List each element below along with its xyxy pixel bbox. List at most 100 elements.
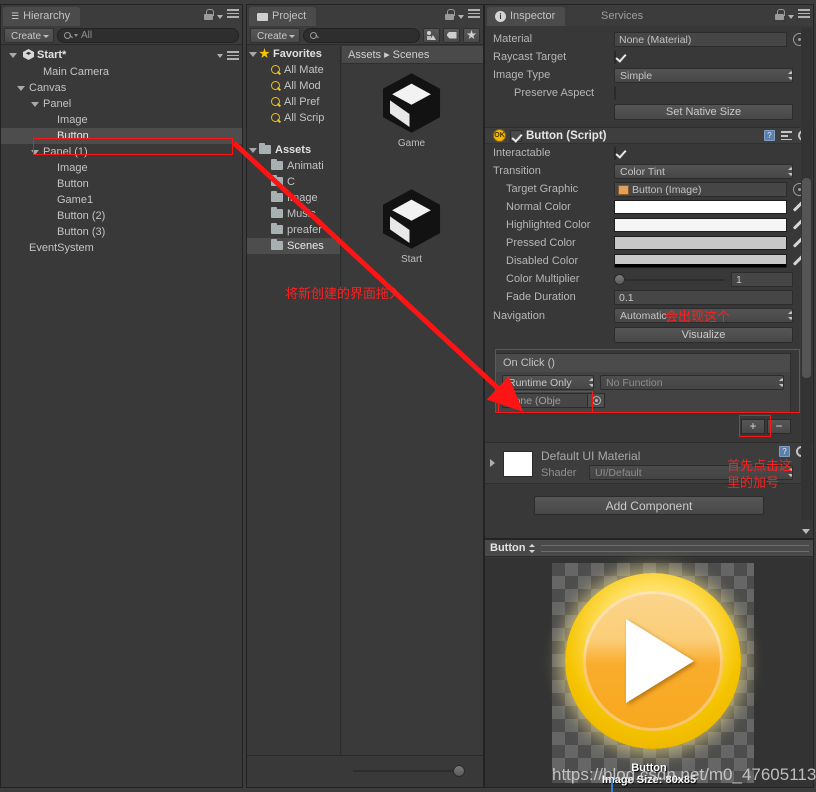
- chevron-down-icon[interactable]: [217, 54, 223, 59]
- on-click-object-field[interactable]: None (Obje: [502, 393, 588, 408]
- hierarchy-search-input[interactable]: All: [57, 27, 239, 43]
- chevron-down-icon[interactable]: [17, 86, 25, 91]
- project-search-input[interactable]: [303, 27, 420, 43]
- hierarchy-item-main-camera[interactable]: Main Camera: [1, 64, 242, 80]
- preserve-aspect-checkbox[interactable]: [614, 86, 616, 100]
- hierarchy-item-button-3[interactable]: Button (3): [1, 224, 242, 240]
- menu-icon[interactable]: [468, 9, 480, 20]
- normal-color-swatch[interactable]: [614, 200, 787, 214]
- search-dropdown-icon[interactable]: [74, 33, 79, 37]
- tab-services[interactable]: Services: [593, 7, 653, 26]
- slider-knob[interactable]: [614, 273, 625, 285]
- chevron-down-icon[interactable]: [31, 150, 39, 155]
- hierarchy-scene-menu[interactable]: [217, 51, 239, 62]
- project-tree-item-all-mod[interactable]: All Mod: [247, 78, 340, 94]
- hierarchy-item-panel[interactable]: Panel: [1, 96, 242, 112]
- asset-item-start[interactable]: Start: [364, 188, 459, 265]
- interactable-checkbox[interactable]: [614, 146, 616, 160]
- lock-icon[interactable]: [775, 9, 785, 20]
- chevron-down-icon[interactable]: [458, 14, 464, 19]
- tab-project-label: Project: [272, 10, 307, 22]
- project-tree-item-image[interactable]: Image: [247, 190, 340, 206]
- project-tree-item-all-pref[interactable]: All Pref: [247, 94, 340, 110]
- hierarchy-item-eventsystem[interactable]: EventSystem: [1, 240, 242, 256]
- pressed-color-swatch[interactable]: [614, 236, 787, 250]
- asset-item-game[interactable]: Game: [364, 72, 459, 149]
- project-tree-item-c[interactable]: C: [247, 174, 340, 190]
- hierarchy-item-canvas[interactable]: Canvas: [1, 80, 242, 96]
- label-filter-icon[interactable]: [443, 27, 460, 43]
- preset-icon[interactable]: [781, 131, 792, 141]
- project-tree-item-all-mate[interactable]: All Mate: [247, 62, 340, 78]
- on-click-mode-dropdown[interactable]: Runtime Only: [502, 375, 594, 390]
- slider-knob[interactable]: [453, 765, 465, 777]
- tab-hierarchy[interactable]: ☰ Hierarchy: [3, 7, 81, 26]
- chevron-down-icon[interactable]: [249, 52, 257, 57]
- folder-icon: [271, 174, 283, 186]
- button-script-header[interactable]: OK Button (Script) ?: [485, 127, 813, 144]
- project-tree-item-favorites[interactable]: Favorites: [247, 46, 340, 62]
- hierarchy-item-button[interactable]: Button: [1, 176, 242, 192]
- project-tree-item-assets[interactable]: Assets: [247, 142, 340, 158]
- hierarchy-item-image[interactable]: Image: [1, 160, 242, 176]
- scrollbar-thumb[interactable]: [802, 178, 811, 378]
- color-multiplier-slider[interactable]: [614, 273, 725, 286]
- favorite-star-icon[interactable]: [463, 27, 480, 43]
- highlighted-color-swatch[interactable]: [614, 218, 787, 232]
- breadcrumb[interactable]: Assets ▸ Scenes: [342, 46, 483, 64]
- chevron-down-icon[interactable]: [31, 102, 39, 107]
- hierarchy-item-button-2[interactable]: Button (2): [1, 208, 242, 224]
- fade-duration-value[interactable]: 0.1: [614, 289, 793, 305]
- image-type-dropdown[interactable]: Simple: [614, 67, 793, 83]
- inspector-scrollbar[interactable]: [801, 28, 812, 520]
- project-tree-item-all-scrip[interactable]: All Scrip: [247, 110, 340, 126]
- hierarchy-scene-start[interactable]: Start*: [1, 46, 242, 64]
- project-tree-item-preafer[interactable]: preafer: [247, 222, 340, 238]
- project-tree-item-music[interactable]: Music: [247, 206, 340, 222]
- menu-icon[interactable]: [798, 9, 810, 20]
- chevron-down-icon[interactable]: [788, 14, 794, 19]
- scroll-down-arrow-icon[interactable]: [802, 529, 810, 534]
- chevron-down-icon[interactable]: [9, 53, 17, 58]
- color-multiplier-field-wrap: 1: [614, 271, 793, 287]
- add-component-button[interactable]: Add Component: [534, 496, 764, 515]
- lock-icon[interactable]: [204, 9, 214, 20]
- menu-icon[interactable]: [227, 51, 239, 62]
- on-click-object-picker-icon[interactable]: [588, 393, 605, 408]
- normal-color-label: Normal Color: [506, 201, 571, 213]
- tab-project[interactable]: Project: [249, 7, 317, 26]
- hierarchy-item-panel-1[interactable]: Panel (1): [1, 144, 242, 160]
- disabled-color-swatch[interactable]: [614, 254, 787, 268]
- hierarchy-create-button[interactable]: Create: [4, 27, 55, 43]
- chevron-right-icon[interactable]: [490, 459, 495, 467]
- project-tree-item-animati[interactable]: Animati: [247, 158, 340, 174]
- help-icon[interactable]: ?: [764, 130, 775, 141]
- on-click-add-button[interactable]: +: [741, 419, 765, 434]
- menu-icon[interactable]: [227, 9, 239, 20]
- type-filter-icon[interactable]: [423, 27, 440, 43]
- tab-inspector[interactable]: i Inspector: [487, 7, 566, 26]
- set-native-size-button[interactable]: Set Native Size: [614, 104, 793, 120]
- raycast-target-field: [614, 50, 787, 64]
- on-click-function-dropdown[interactable]: No Function: [600, 375, 784, 390]
- transition-dropdown[interactable]: Color Tint: [614, 163, 793, 179]
- project-tree-item-content: preafer: [247, 222, 322, 236]
- color-multiplier-value[interactable]: 1: [731, 271, 793, 287]
- material-field[interactable]: None (Material): [614, 31, 787, 47]
- project-zoom-slider[interactable]: [353, 765, 473, 777]
- on-click-remove-button[interactable]: −: [767, 419, 791, 434]
- project-tree-item-scenes[interactable]: Scenes: [247, 238, 340, 254]
- hierarchy-item-image[interactable]: Image: [1, 112, 242, 128]
- preview-dropdown-icon[interactable]: [529, 542, 537, 555]
- hierarchy-scene-row[interactable]: Start*: [1, 46, 242, 64]
- hierarchy-item-button[interactable]: Button: [1, 128, 242, 144]
- lock-icon[interactable]: [445, 9, 455, 20]
- chevron-down-icon[interactable]: [217, 14, 223, 19]
- chevron-down-icon[interactable]: [249, 148, 257, 153]
- hierarchy-item-game1[interactable]: Game1: [1, 192, 242, 208]
- target-graphic-field[interactable]: Button (Image): [614, 181, 787, 197]
- button-script-enabled-checkbox[interactable]: [510, 129, 522, 142]
- project-create-button[interactable]: Create: [250, 27, 301, 43]
- visualize-button[interactable]: Visualize: [614, 327, 793, 343]
- raycast-target-checkbox[interactable]: [614, 50, 616, 64]
